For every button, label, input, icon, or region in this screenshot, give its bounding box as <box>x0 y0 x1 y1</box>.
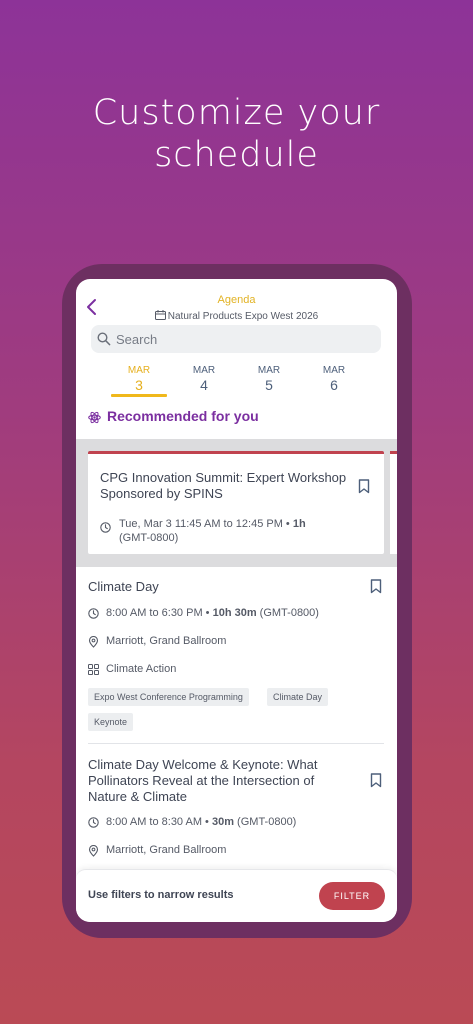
session-title: Climate Day Welcome & Keynote: What Poll… <box>88 757 318 804</box>
card-timezone: (GMT-0800) <box>119 532 179 544</box>
bookmark-icon <box>370 773 382 788</box>
date-tabs: MAR 3 MAR 4 MAR 5 MAR 6 <box>76 365 397 397</box>
location-pin-icon <box>88 845 99 857</box>
filter-hint: Use filters to narrow results <box>88 889 234 901</box>
time-range: 8:00 AM to 6:30 PM • <box>106 607 213 619</box>
bookmark-button[interactable] <box>370 773 382 793</box>
divider <box>88 743 384 744</box>
tab-day: 5 <box>265 377 273 393</box>
clock-icon <box>88 608 99 619</box>
tag: Climate Day <box>267 688 329 706</box>
recommended-card-title: CPG Innovation Summit: Expert Workshop S… <box>100 470 347 501</box>
clock-icon <box>100 522 111 533</box>
recommended-card-next[interactable] <box>390 451 397 554</box>
bookmark-icon <box>370 579 382 594</box>
tab-day: 6 <box>330 377 338 393</box>
filter-bar: Use filters to narrow results FILTER <box>76 869 397 922</box>
event-name-text: Natural Products Expo West 2026 <box>167 311 319 322</box>
tag: Keynote <box>88 713 134 731</box>
tab-month: MAR <box>322 365 346 376</box>
tab-month: MAR <box>127 365 151 376</box>
tab-day: 3 <box>135 377 143 393</box>
page-title: Agenda <box>217 294 256 306</box>
search-input[interactable]: Search <box>91 325 381 353</box>
tab-month: MAR <box>257 365 281 376</box>
recommended-label: Recommended for you <box>107 408 259 424</box>
bookmark-button[interactable] <box>370 579 382 599</box>
tab-day: 4 <box>200 377 208 393</box>
atom-icon <box>88 411 101 424</box>
session-title: Climate Day <box>88 579 159 594</box>
bookmark-button[interactable] <box>358 479 370 499</box>
track-text: Climate Action <box>106 663 177 675</box>
hero-line-2: schedule <box>154 135 319 175</box>
clock-icon <box>88 817 99 828</box>
tab-day-mar-3[interactable]: MAR 3 <box>111 365 167 397</box>
location-pin-icon <box>88 636 99 648</box>
recommended-carousel: CPG Innovation Summit: Expert Workshop S… <box>76 439 397 567</box>
calendar-icon <box>154 310 166 320</box>
app-screen: Agenda Natural Products Expo West 2026 S… <box>76 279 397 922</box>
location-text: Marriott, Grand Ballroom <box>106 844 227 856</box>
time-range: 8:00 AM to 8:30 AM • <box>106 816 212 828</box>
location-text: Marriott, Grand Ballroom <box>106 635 227 647</box>
tab-month: MAR <box>192 365 216 376</box>
tag: Expo West Conference Programming <box>88 688 249 706</box>
grid-icon <box>88 664 99 675</box>
search-placeholder: Search <box>116 332 158 347</box>
hero-line-1: Customize your <box>92 93 381 133</box>
bookmark-icon <box>358 479 370 494</box>
hero-heading: Customize your schedule <box>0 92 473 176</box>
timezone: (GMT-0800) <box>234 816 297 828</box>
card-duration: 1h <box>292 518 306 530</box>
tab-day-mar-5[interactable]: MAR 5 <box>241 365 297 393</box>
duration: 10h 30m <box>212 607 257 619</box>
timezone: (GMT-0800) <box>256 607 319 619</box>
tab-day-mar-6[interactable]: MAR 6 <box>306 365 362 393</box>
filter-button[interactable]: FILTER <box>319 882 385 910</box>
search-icon <box>97 332 111 346</box>
card-time-range: Tue, Mar 3 11:45 AM to 12:45 PM • <box>119 518 293 530</box>
event-name: Natural Products Expo West 2026 <box>76 310 397 322</box>
tab-day-mar-4[interactable]: MAR 4 <box>176 365 232 393</box>
recommended-card[interactable]: CPG Innovation Summit: Expert Workshop S… <box>88 451 384 554</box>
duration: 30m <box>211 816 234 828</box>
